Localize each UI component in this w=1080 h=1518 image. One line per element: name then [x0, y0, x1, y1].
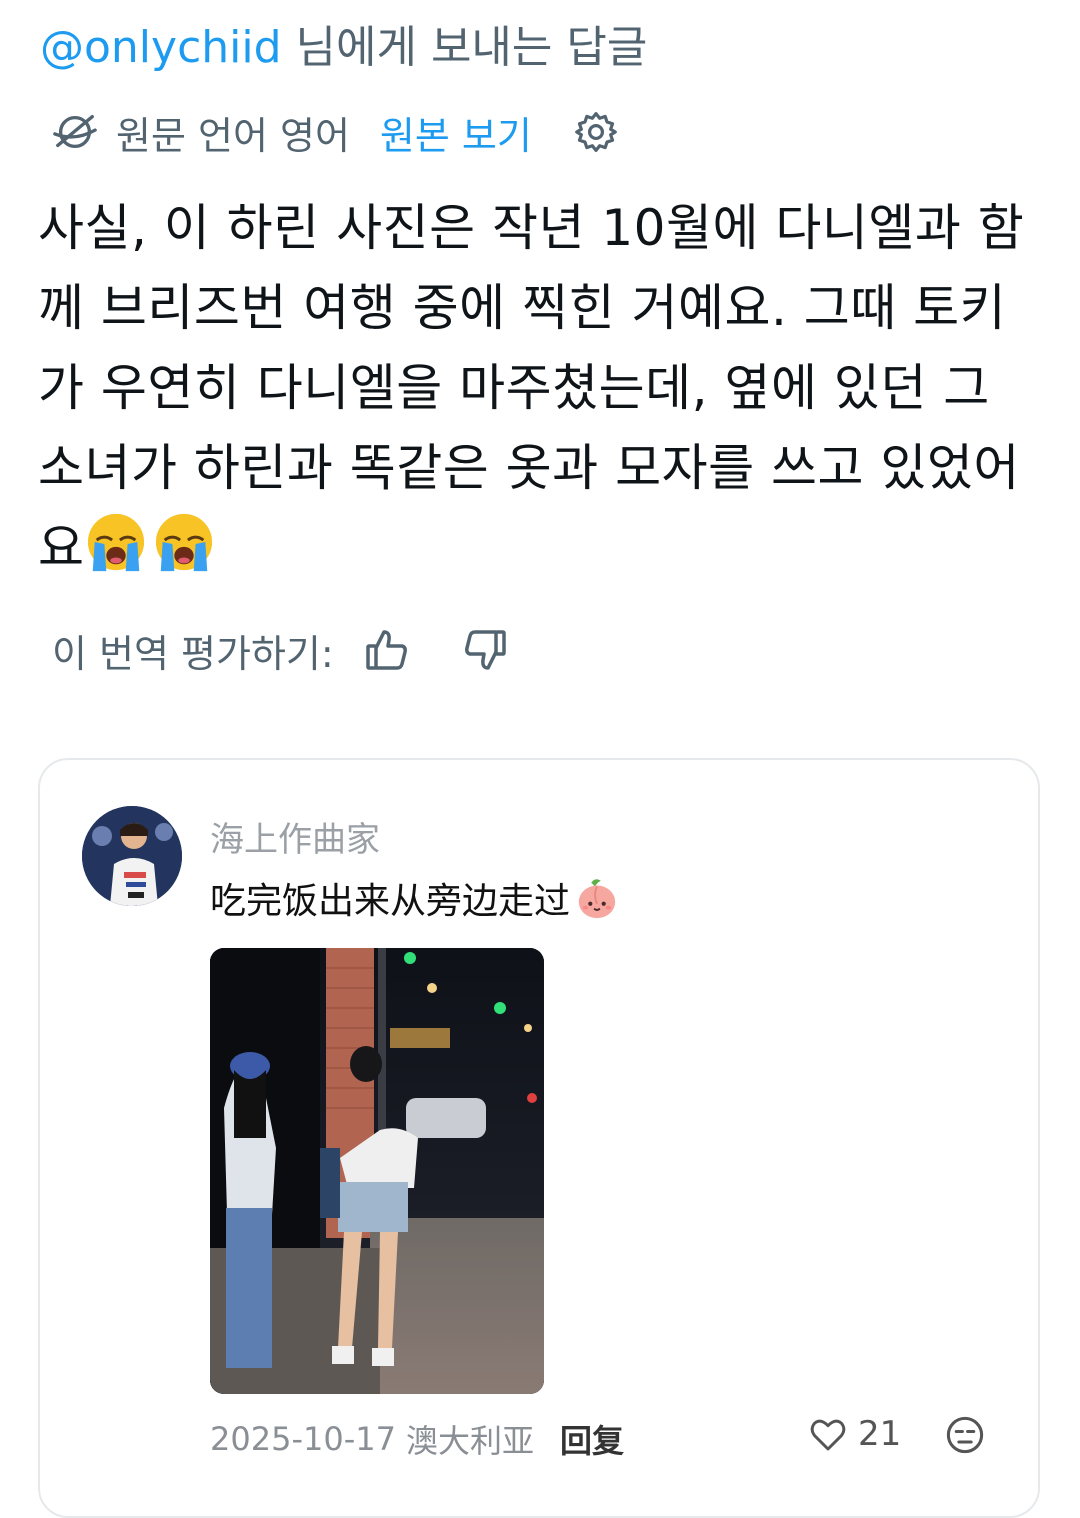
tweet-text: 사실, 이 하린 사진은 작년 10월에 다니엘과 함께 브리즈번 여행 중에 … [38, 188, 1048, 588]
show-original-link[interactable]: 원본 보기 [380, 105, 532, 160]
peach-face-sticker-icon [578, 879, 616, 919]
embedded-comment-card[interactable]: 海上作曲家 吃完饭出来从旁边走过 2025-10-17 澳大利亚 回复 21 [38, 758, 1040, 1518]
like-count: 21 [858, 1414, 902, 1454]
neutral-face-icon[interactable] [944, 1414, 986, 1456]
gear-icon[interactable] [574, 110, 618, 154]
translation-bar: 원문 언어 영어 원본 보기 [52, 104, 618, 160]
reply-to-handle[interactable]: @onlychiid [40, 22, 282, 73]
comment-photo[interactable] [210, 948, 544, 1394]
avatar[interactable] [82, 806, 182, 906]
translate-globe-icon [53, 114, 97, 149]
rate-translation-bar: 이 번역 평가하기: [52, 620, 510, 680]
loudly-crying-face-icon [87, 513, 144, 572]
comment-meta: 2025-10-17 澳大利亚 回复 [210, 1416, 624, 1462]
heart-icon [810, 1419, 846, 1451]
thumbs-down-icon[interactable] [462, 626, 510, 674]
reply-to-header: @onlychiid 님에게 보내는 답글 [40, 18, 647, 78]
rate-translation-label: 이 번역 평가하기: [52, 631, 334, 676]
comment-location: 澳大利亚 [405, 1422, 534, 1460]
comment-date: 2025-10-17 [210, 1420, 396, 1458]
comment-author[interactable]: 海上作曲家 [210, 812, 380, 861]
street-night-photo [210, 948, 544, 1394]
loudly-crying-face-icon [155, 513, 212, 572]
avatar-image [82, 806, 182, 906]
source-language-label: 원문 언어 영어 [116, 113, 350, 158]
reply-button[interactable]: 回复 [560, 1416, 624, 1462]
comment-text-row: 吃完饭出来从旁边走过 [210, 872, 620, 924]
thumbs-up-icon[interactable] [362, 626, 410, 674]
reply-to-suffix: 님에게 보내는 답글 [281, 22, 648, 73]
like-button[interactable]: 21 [808, 1414, 901, 1454]
comment-text: 吃完饭出来从旁边走过 [210, 881, 571, 922]
